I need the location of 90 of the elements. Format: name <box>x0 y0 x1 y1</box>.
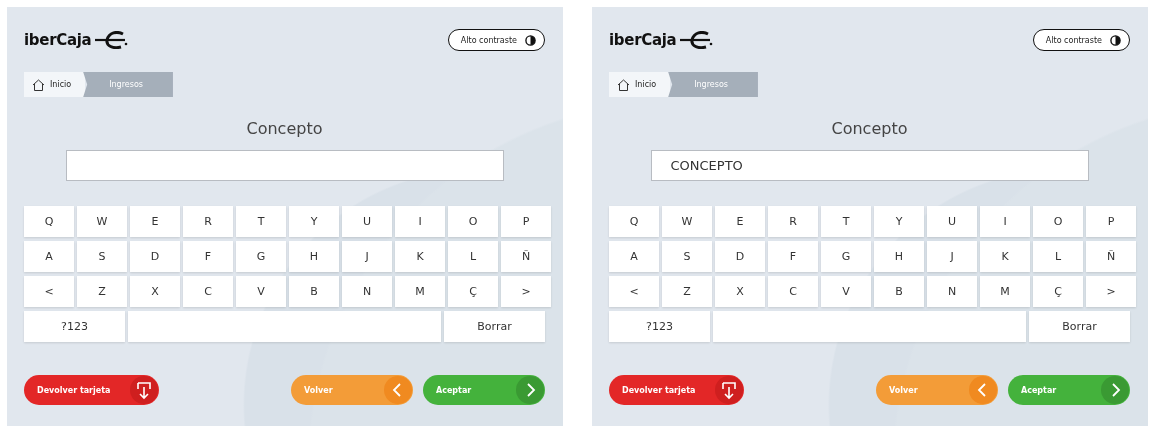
eject-card-icon <box>130 376 158 404</box>
keyboard-key[interactable]: C <box>768 276 818 307</box>
keyboard-key[interactable]: H <box>874 241 924 272</box>
keyboard-key[interactable]: Y <box>289 206 339 237</box>
screen-title: Concepto <box>245 119 324 138</box>
space-key[interactable] <box>713 311 1026 342</box>
keyboard-key[interactable]: W <box>662 206 712 237</box>
keyboard-key[interactable]: G <box>236 241 286 272</box>
keyboard-key[interactable]: S <box>77 241 127 272</box>
keyboard-key[interactable]: M <box>395 276 445 307</box>
keyboard-key[interactable]: Ñ <box>1086 241 1136 272</box>
keyboard-key[interactable]: > <box>1086 276 1136 307</box>
keyboard-key[interactable]: G <box>821 241 871 272</box>
keyboard-key[interactable]: Ç <box>1033 276 1083 307</box>
keyboard-key[interactable]: X <box>715 276 765 307</box>
breadcrumb-item[interactable]: Inicio <box>24 72 86 97</box>
input-field[interactable]: CONCEPTO <box>650 150 1089 181</box>
keyboard-key[interactable]: Z <box>77 276 127 307</box>
keyboard-key[interactable]: W <box>77 206 127 237</box>
keyboard-key[interactable]: T <box>821 206 871 237</box>
keyboard-key[interactable]: Y <box>874 206 924 237</box>
keyboard-key[interactable]: J <box>342 241 392 272</box>
chevron-right-icon <box>516 376 544 404</box>
logo-text: iberCaja <box>24 31 92 49</box>
contrast-icon <box>1110 34 1121 46</box>
keyboard-key[interactable]: I <box>395 206 445 237</box>
chevron-left-icon <box>384 376 412 404</box>
contrast-icon <box>525 34 536 46</box>
chevron-right-icon <box>1101 376 1129 404</box>
chevron-left-icon <box>969 376 997 404</box>
keyboard-key[interactable]: X <box>130 276 180 307</box>
contrast-toggle-button[interactable]: Alto contraste <box>447 29 545 51</box>
keyboard-key[interactable]: T <box>236 206 286 237</box>
keyboard-key[interactable]: F <box>183 241 233 272</box>
keyboard-key[interactable]: ?123 <box>24 311 125 342</box>
keyboard-key[interactable]: A <box>609 241 659 272</box>
keyboard-key[interactable]: O <box>1033 206 1083 237</box>
home-icon <box>32 78 45 91</box>
keyboard-key[interactable]: I <box>980 206 1030 237</box>
keyboard-key[interactable]: K <box>980 241 1030 272</box>
keyboard-key[interactable]: > <box>501 276 551 307</box>
breadcrumb-item[interactable]: Inicio <box>609 72 671 97</box>
return-card-button[interactable]: Devolver tarjeta <box>609 375 744 405</box>
input-field[interactable] <box>65 150 504 181</box>
keyboard-key[interactable]: Ñ <box>501 241 551 272</box>
keyboard-key[interactable]: D <box>715 241 765 272</box>
keyboard-key[interactable]: ?123 <box>609 311 710 342</box>
space-key[interactable] <box>128 311 441 342</box>
eject-card-icon <box>715 376 743 404</box>
keyboard-key[interactable]: F <box>768 241 818 272</box>
keyboard-key[interactable]: E <box>130 206 180 237</box>
keyboard-key[interactable]: U <box>927 206 977 237</box>
keyboard-key[interactable]: M <box>980 276 1030 307</box>
keyboard-key[interactable]: B <box>874 276 924 307</box>
keyboard-key[interactable]: Borrar <box>1029 311 1130 342</box>
keyboard-key[interactable]: S <box>662 241 712 272</box>
keyboard-key[interactable]: Q <box>24 206 74 237</box>
keyboard-key[interactable]: E <box>715 206 765 237</box>
keyboard-key[interactable]: R <box>183 206 233 237</box>
keyboard-key[interactable]: D <box>130 241 180 272</box>
keyboard-key[interactable]: J <box>927 241 977 272</box>
keyboard-key[interactable]: L <box>1033 241 1083 272</box>
keyboard-key[interactable]: Borrar <box>444 311 545 342</box>
keyboard-key[interactable]: V <box>236 276 286 307</box>
keyboard-key[interactable]: Q <box>609 206 659 237</box>
keyboard-key[interactable]: C <box>183 276 233 307</box>
keyboard-key[interactable]: A <box>24 241 74 272</box>
keyboard-key[interactable]: O <box>448 206 498 237</box>
keyboard-key[interactable]: H <box>289 241 339 272</box>
keyboard-key[interactable]: N <box>342 276 392 307</box>
keyboard-key[interactable]: < <box>609 276 659 307</box>
keyboard-key[interactable]: P <box>501 206 551 237</box>
screen-title: Concepto <box>830 119 909 138</box>
home-icon <box>617 78 630 91</box>
keyboard-key[interactable]: R <box>768 206 818 237</box>
return-card-button[interactable]: Devolver tarjeta <box>24 375 159 405</box>
keyboard-key[interactable]: P <box>1086 206 1136 237</box>
logo-icon <box>680 31 715 49</box>
logo-icon <box>95 31 130 49</box>
keyboard-key[interactable]: U <box>342 206 392 237</box>
keyboard-key[interactable]: Z <box>662 276 712 307</box>
keyboard-key[interactable]: V <box>821 276 871 307</box>
keyboard-key[interactable]: Ç <box>448 276 498 307</box>
contrast-toggle-button[interactable]: Alto contraste <box>1032 29 1130 51</box>
logo-text: iberCaja <box>609 31 677 49</box>
keyboard-key[interactable]: K <box>395 241 445 272</box>
keyboard-key[interactable]: B <box>289 276 339 307</box>
keyboard-key[interactable]: L <box>448 241 498 272</box>
keyboard-key[interactable]: N <box>927 276 977 307</box>
keyboard-key[interactable]: < <box>24 276 74 307</box>
